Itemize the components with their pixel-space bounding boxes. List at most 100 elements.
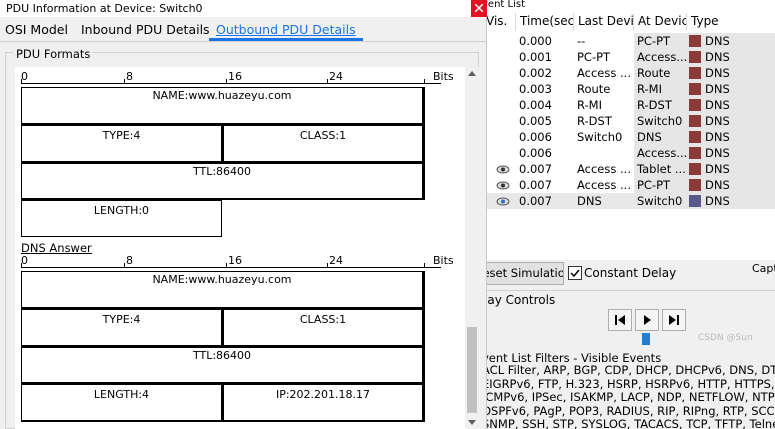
answer-length-field: LENGTH:4: [21, 384, 224, 422]
event-at-device: DNS: [634, 129, 687, 145]
event-vis[interactable]: [482, 49, 516, 65]
event-vis[interactable]: [482, 97, 516, 113]
play-button[interactable]: [635, 309, 659, 331]
tab-divider: [0, 41, 487, 42]
answer-name-field: NAME:www.huazeyu.com: [21, 271, 425, 309]
eye-icon: [496, 181, 510, 190]
event-type: DNS: [687, 193, 775, 209]
event-type: DNS: [687, 177, 775, 193]
event-type: DNS: [687, 81, 775, 97]
event-time: 0.004: [519, 98, 552, 112]
event-at-device: Route: [634, 65, 687, 81]
event-time: 0.002: [519, 66, 552, 80]
pdu-formats-group: PDU Formats 0 8 16 24 Bits NAME:www.huaz…: [5, 47, 479, 429]
ruler-tick-24: 24: [329, 70, 343, 83]
speed-slider-thumb[interactable]: [642, 333, 650, 345]
ruler-tick-0: 0: [21, 70, 28, 83]
dns-answer-title: DNS Answer: [21, 241, 92, 255]
question-ttl-field: TTL:86400: [21, 163, 425, 200]
check-icon: [570, 269, 580, 278]
answer-type-field: TYPE:4: [21, 309, 224, 347]
col-time[interactable]: Time(sec): [516, 13, 574, 31]
event-row[interactable]: 0.000 -- PC-PT DNS: [482, 33, 775, 49]
step-back-button[interactable]: [608, 309, 632, 331]
event-type: DNS: [687, 161, 775, 177]
event-vis[interactable]: [482, 145, 516, 161]
tab-osi-model[interactable]: OSI Model: [5, 21, 68, 41]
event-at-device: R-MI: [634, 81, 687, 97]
ruler-tick-8: 8: [126, 70, 133, 83]
col-vis[interactable]: Vis.: [482, 13, 516, 31]
event-type: DNS: [687, 129, 775, 145]
event-type: DNS: [687, 97, 775, 113]
close-button[interactable]: [471, 0, 487, 17]
event-row[interactable]: 0.007 Access ... Tablet ... DNS: [482, 161, 775, 177]
eye-icon: [496, 197, 510, 206]
event-row[interactable]: 0.007 Access ... PC-PT DNS: [482, 177, 775, 193]
tab-outbound-pdu[interactable]: Outbound PDU Details: [209, 21, 363, 41]
event-vis[interactable]: [482, 193, 516, 209]
event-color-swatch: [689, 195, 701, 207]
event-row[interactable]: 0.004 R-MI R-DST DNS: [482, 97, 775, 113]
event-color-swatch: [689, 131, 701, 143]
event-type: DNS: [687, 49, 775, 65]
col-last-device[interactable]: Last Device: [574, 13, 634, 31]
bit-ruler: 0 8 16 24 Bits: [21, 70, 454, 85]
event-at-device: PC-PT: [634, 177, 687, 193]
event-vis[interactable]: [482, 65, 516, 81]
event-list-table: Vis. Time(sec) Last Device At Device Typ…: [482, 10, 775, 260]
event-vis[interactable]: [482, 129, 516, 145]
event-time: 0.006: [519, 146, 552, 160]
pdu-info-dialog: PDU Information at Device: Switch0 OSI M…: [0, 0, 487, 429]
event-at-device: Switch0: [634, 113, 687, 129]
event-type: DNS: [687, 113, 775, 129]
event-time: 0.005: [519, 114, 552, 128]
event-row[interactable]: 0.002 Access ... Route DNS: [482, 65, 775, 81]
event-color-swatch: [689, 147, 701, 159]
event-vis[interactable]: [482, 113, 516, 129]
event-row[interactable]: 0.003 Route R-MI DNS: [482, 81, 775, 97]
answer-ip-field: IP:202.201.18.17: [223, 384, 425, 422]
event-time: 0.003: [519, 82, 552, 96]
event-row[interactable]: 0.007 DNS Switch0 DNS: [482, 193, 775, 209]
event-time: 0.007: [519, 178, 552, 192]
event-row[interactable]: 0.006 Switch0 DNS DNS: [482, 129, 775, 145]
close-icon: [475, 4, 483, 12]
constant-delay-label: Constant Delay: [584, 266, 677, 280]
event-list-header: vent List: [470, 0, 775, 10]
event-vis[interactable]: [482, 81, 516, 97]
step-forward-button[interactable]: [662, 309, 686, 331]
event-row[interactable]: 0.001 PC-PT Access... DNS: [482, 49, 775, 65]
event-row[interactable]: 0.005 R-DST Switch0 DNS: [482, 113, 775, 129]
question-type-field: TYPE:4: [21, 125, 224, 163]
watermark: CSDN @Sun: [698, 333, 753, 343]
scroll-thumb[interactable]: [467, 327, 477, 413]
event-color-swatch: [689, 99, 701, 111]
play-controls-group: lay Controls CSDN @Sun: [476, 290, 775, 352]
col-type[interactable]: Type: [687, 13, 775, 31]
scroll-down-icon[interactable]: [468, 420, 476, 426]
event-at-device: Access...: [634, 145, 687, 161]
col-at-device[interactable]: At Device: [634, 13, 687, 31]
event-last-device: Access ...: [577, 162, 631, 176]
question-class-field: CLASS:1: [223, 125, 425, 163]
event-row[interactable]: 0.006 Access... DNS: [482, 145, 775, 161]
scroll-up-icon[interactable]: [468, 70, 476, 76]
tab-bar: OSI Model Inbound PDU Details Outbound P…: [0, 21, 487, 41]
event-at-device: Access...: [634, 49, 687, 65]
constant-delay-checkbox[interactable]: [568, 266, 582, 280]
question-length-field: LENGTH:0: [21, 200, 222, 237]
question-name-field: NAME:www.huazeyu.com: [21, 87, 425, 125]
filters-list[interactable]: ACL Filter, ARP, BGP, CDP, DHCP, DHCPv6,…: [482, 364, 775, 429]
step-back-icon: [615, 315, 625, 325]
vertical-scrollbar[interactable]: [465, 67, 479, 429]
pdu-format-scroll-area[interactable]: 0 8 16 24 Bits NAME:www.huazeyu.com TYPE…: [15, 67, 465, 429]
tab-inbound-pdu[interactable]: Inbound PDU Details: [81, 21, 210, 41]
event-vis[interactable]: [482, 33, 516, 49]
event-vis[interactable]: [482, 161, 516, 177]
event-last-device: Access ...: [577, 66, 631, 80]
pdu-formats-label: PDU Formats: [13, 47, 94, 61]
event-vis[interactable]: [482, 177, 516, 193]
filters-label: vent List Filters - Visible Events: [482, 351, 662, 365]
event-last-device: [574, 145, 634, 161]
